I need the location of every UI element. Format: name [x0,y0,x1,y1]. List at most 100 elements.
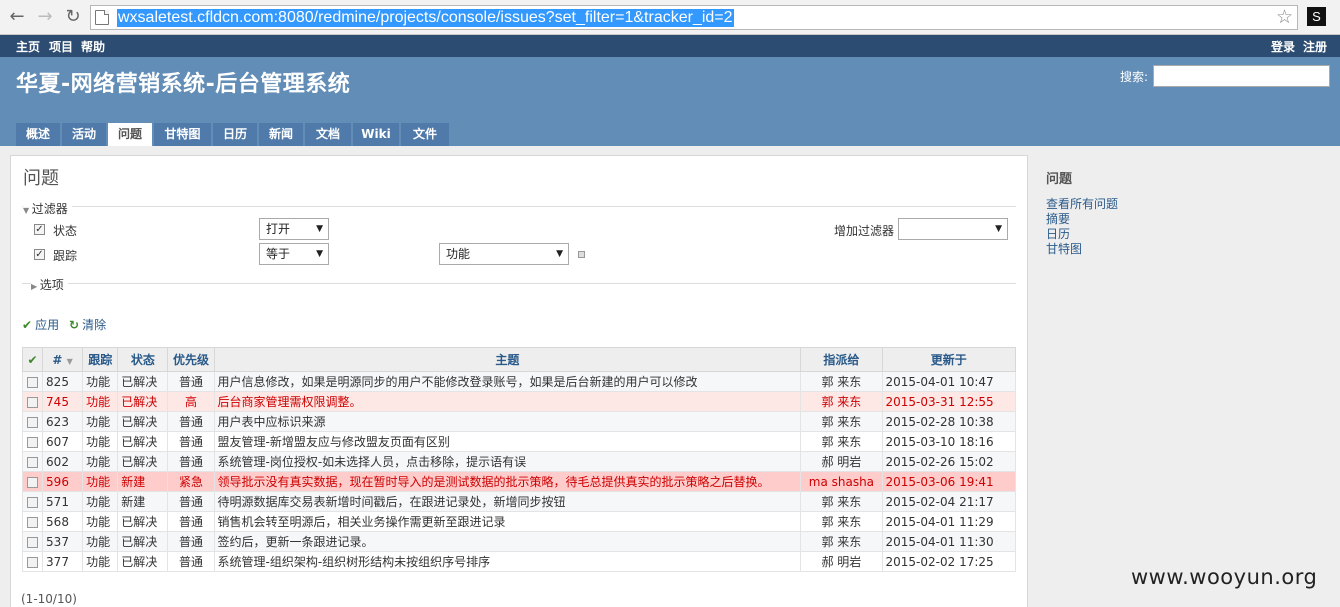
tab-wiki[interactable]: Wiki [353,123,399,146]
issue-assignee[interactable]: 郭 来东 [800,411,883,432]
issue-priority: 普通 [167,371,215,392]
sidebar-link-summary[interactable]: 摘要 [1046,212,1326,227]
tab-calendar[interactable]: 日历 [213,123,257,146]
issue-tracker: 功能 [82,551,119,572]
col-header-id[interactable]: # ▼ [42,347,84,372]
menu-login[interactable]: 登录 [1271,38,1295,55]
sidebar-link-gantt[interactable]: 甘特图 [1046,242,1326,257]
search-input[interactable] [1153,65,1330,87]
issue-id[interactable]: 377 [42,551,84,572]
issue-assignee[interactable]: 郝 明岩 [800,551,883,572]
row-checkbox[interactable] [21,531,44,552]
sidebar-link-all-issues[interactable]: 查看所有问题 [1046,197,1326,212]
tracker-operator-select[interactable]: 等于 ▼ [259,243,329,265]
col-header-assignee[interactable]: 指派给 [800,347,883,372]
extension-icon[interactable]: S [1307,7,1326,26]
row-checkbox[interactable] [21,411,44,432]
tab-activity[interactable]: 活动 [62,123,106,146]
row-checkbox[interactable] [21,471,44,492]
forward-icon[interactable]: → [34,6,56,28]
issue-subject[interactable]: 后台商家管理需权限调整。 [213,391,802,412]
issue-subject[interactable]: 领导批示没有真实数据，现在暂时导入的是测试数据的批示策略，待毛总提供真实的批示策… [213,471,802,492]
tracker-value-select[interactable]: 功能 ▼ [439,243,569,265]
sidebar-link-calendar[interactable]: 日历 [1046,227,1326,242]
bookmark-star-icon[interactable]: ☆ [1276,6,1293,29]
issue-subject[interactable]: 签约后，更新一条跟进记录。 [213,531,802,552]
issue-id[interactable]: 607 [42,431,84,452]
issue-subject[interactable]: 盟友管理-新增盟友应与修改盟友页面有区别 [213,431,802,452]
col-header-subject[interactable]: 主题 [213,347,802,372]
row-checkbox[interactable] [21,391,44,412]
filters-legend[interactable]: ▼ 过滤器 [23,200,72,217]
table-row[interactable]: 607 功能 已解决 普通 盟友管理-新增盟友应与修改盟友页面有区别郭 来东 2015-0… [21,431,1017,452]
table-row[interactable]: 596 功能 新建 紧急 领导批示没有真实数据，现在暂时导入的是测试数据的批示策略，待毛… [21,471,1017,492]
issue-assignee[interactable]: 郭 来东 [800,511,883,532]
table-row[interactable]: 377 功能 已解决 普通 系统管理-组织架构-组织树形结构未按组织序号排序郝 明岩 20… [21,551,1017,572]
issue-subject[interactable]: 用户表中应标识来源 [213,411,802,432]
issue-priority: 普通 [167,451,215,472]
menu-home[interactable]: 主页 [16,38,40,55]
tab-gantt[interactable]: 甘特图 [154,123,211,146]
issue-id[interactable]: 537 [42,531,84,552]
toggle-multiselect-icon[interactable] [578,251,585,258]
issue-id[interactable]: 571 [42,491,84,512]
issue-subject[interactable]: 用户信息修改，如果是明源同步的用户不能修改登录账号，如果是后台新建的用户可以修改 [213,371,802,392]
issue-id[interactable]: 623 [42,411,84,432]
row-checkbox[interactable] [21,451,44,472]
issue-assignee[interactable]: 郭 来东 [800,391,883,412]
row-checkbox[interactable] [21,511,44,532]
table-row[interactable]: 537 功能 已解决 普通 签约后，更新一条跟进记录。郭 来东 2015-04-01 11… [21,531,1017,552]
col-header-tracker[interactable]: 跟踪 [82,347,119,372]
issue-subject[interactable]: 待明源数据库交易表新增时间戳后，在跟进记录处，新增同步按钮 [213,491,802,512]
col-header-priority[interactable]: 优先级 [167,347,215,372]
issue-id[interactable]: 825 [42,371,84,392]
issue-assignee[interactable]: 郭 来东 [800,431,883,452]
issue-assignee[interactable]: 郭 来东 [800,371,883,392]
table-row[interactable]: 571 功能 新建 普通 待明源数据库交易表新增时间戳后，在跟进记录处，新增同步按钮郭 … [21,491,1017,512]
status-filter-checkbox[interactable]: ✓ [34,224,45,235]
issue-id[interactable]: 745 [42,391,84,412]
menu-register[interactable]: 注册 [1303,38,1327,55]
issue-subject[interactable]: 系统管理-组织架构-组织树形结构未按组织序号排序 [213,551,802,572]
apply-button[interactable]: ✔ 应用 [22,316,59,333]
tab-issues[interactable]: 问题 [108,123,152,146]
issue-assignee[interactable]: 郝 明岩 [800,451,883,472]
issue-tracker: 功能 [82,391,119,412]
table-row[interactable]: 602 功能 已解决 普通 系统管理-岗位授权-如未选择人员，点击移除，提示语有误郝 明… [21,451,1017,472]
options-legend[interactable]: ▶ 选项 [31,276,68,293]
issue-id[interactable]: 596 [42,471,84,492]
col-header-status[interactable]: 状态 [117,347,169,372]
table-row[interactable]: 745 功能 已解决高后台商家管理需权限调整。郭 来东 2015-03-31 12:5… [21,391,1017,412]
issue-id[interactable]: 568 [42,511,84,532]
row-checkbox[interactable] [21,431,44,452]
tab-documents[interactable]: 文档 [305,123,351,146]
checkbox-box [27,496,39,508]
status-operator-select[interactable]: 打开 ▼ [259,218,329,240]
table-row[interactable]: 825 功能 已解决 普通 用户信息修改，如果是明源同步的用户不能修改登录账号，如果是后… [21,371,1017,392]
tab-files[interactable]: 文件 [401,123,449,146]
url-text[interactable]: wxsaletest.cfldcn.com:8080/redmine/proje… [117,9,734,27]
issue-id[interactable]: 602 [42,451,84,472]
address-bar[interactable]: wxsaletest.cfldcn.com:8080/redmine/proje… [90,5,1298,30]
issue-assignee[interactable]: 郭 来东 [800,531,883,552]
reload-icon[interactable]: ↻ [62,6,84,28]
clear-button[interactable]: ↻ 清除 [69,316,106,333]
issue-subject[interactable]: 销售机会转至明源后，相关业务操作需更新至跟进记录 [213,511,802,532]
tab-overview[interactable]: 概述 [16,123,60,146]
back-icon[interactable]: ← [6,6,28,28]
toggle-all-checkbox[interactable]: ✔ [21,347,44,372]
row-checkbox[interactable] [21,551,44,572]
tab-news[interactable]: 新闻 [259,123,303,146]
tracker-filter-checkbox[interactable]: ✓ [34,249,45,260]
row-checkbox[interactable] [21,491,44,512]
menu-help[interactable]: 帮助 [81,38,105,55]
col-header-updated[interactable]: 更新于 [881,347,1017,372]
issue-assignee[interactable]: ma shasha [800,471,883,492]
add-filter-select[interactable]: ▼ [898,218,1008,240]
issue-subject[interactable]: 系统管理-岗位授权-如未选择人员，点击移除，提示语有误 [213,451,802,472]
table-row[interactable]: 623 功能 已解决 普通 用户表中应标识来源郭 来东 2015-02-28 10:38 [21,411,1017,432]
row-checkbox[interactable] [21,371,44,392]
issue-assignee[interactable]: 郭 来东 [800,491,883,512]
table-row[interactable]: 568 功能 已解决 普通 销售机会转至明源后，相关业务操作需更新至跟进记录郭 来东 20… [21,511,1017,532]
menu-projects[interactable]: 项目 [49,38,73,55]
